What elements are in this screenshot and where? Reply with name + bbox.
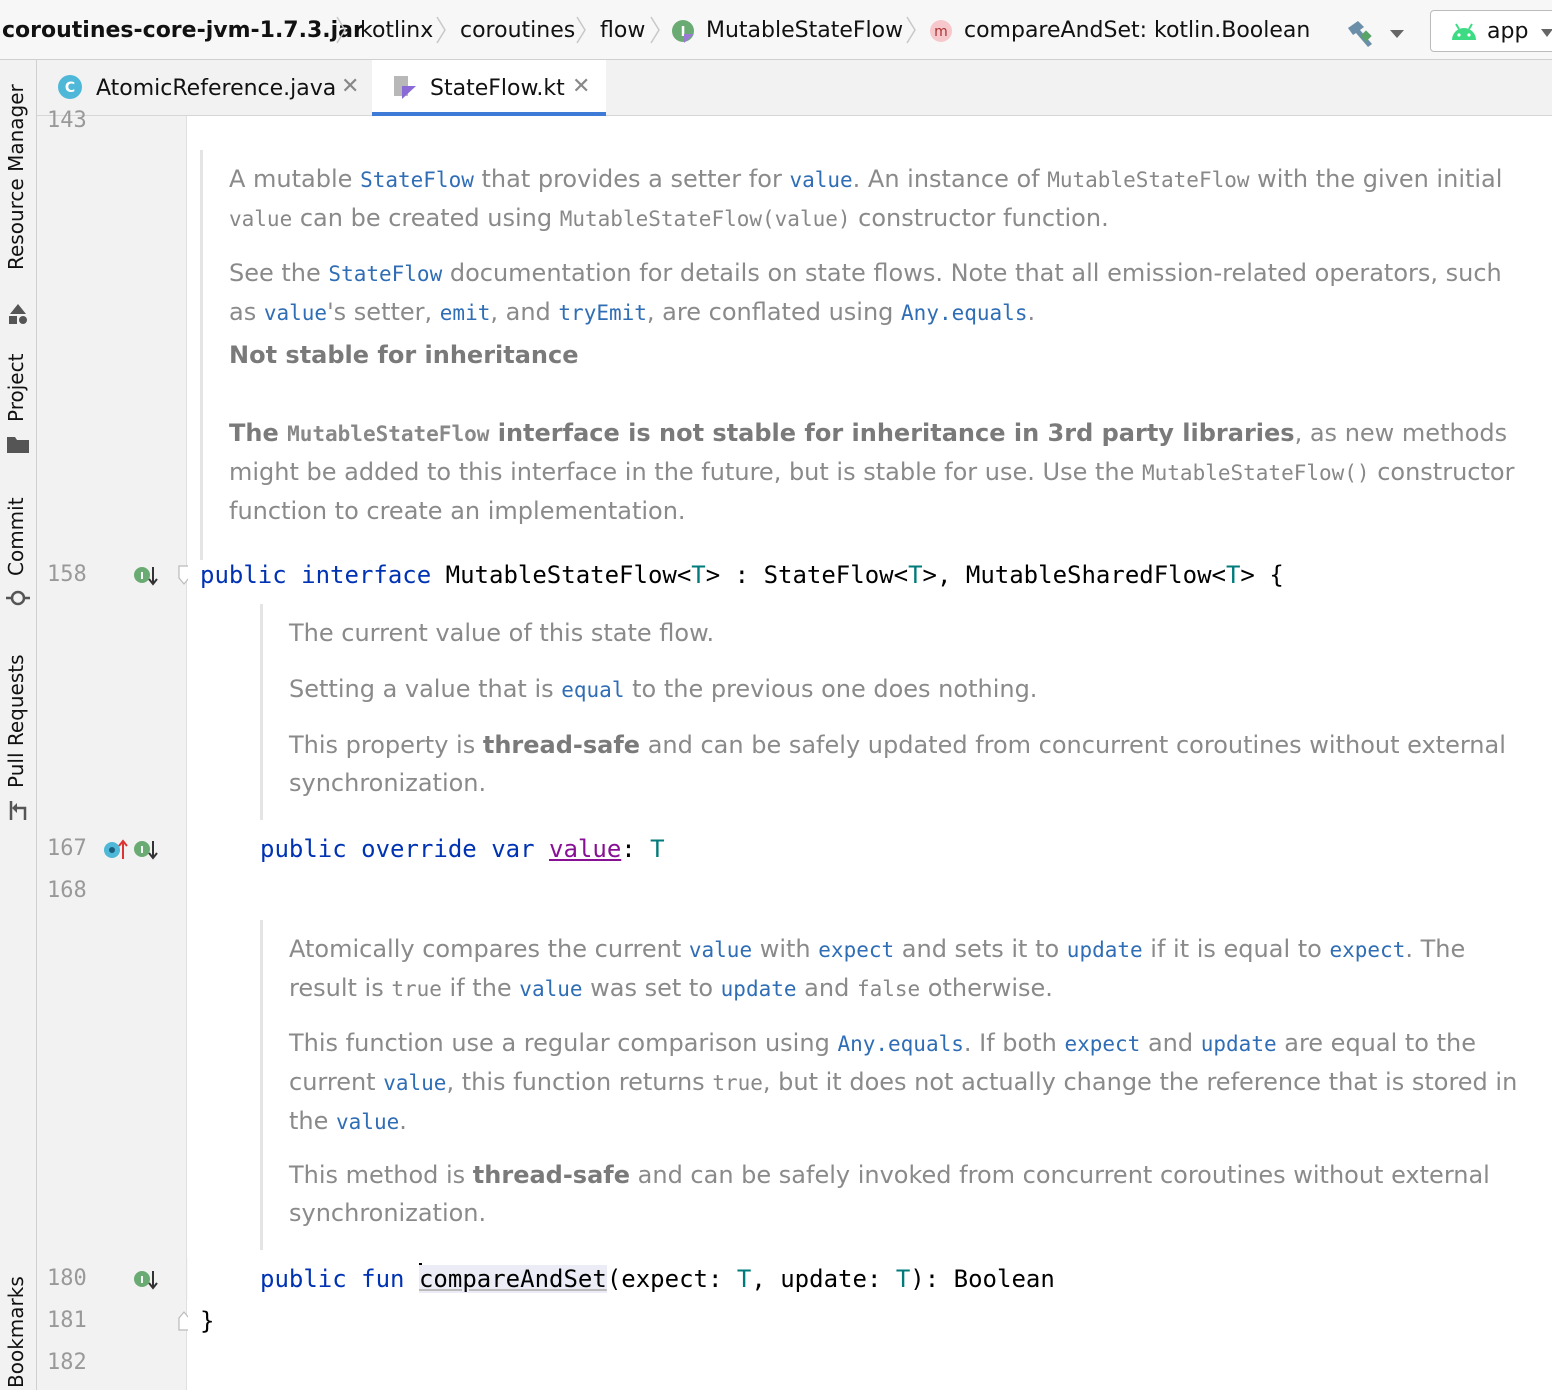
doc-link[interactable]: update: [1067, 938, 1143, 962]
line-number: 180: [47, 1266, 87, 1291]
line-number: 168: [47, 878, 87, 903]
commit-label: Commit: [4, 497, 28, 576]
doc-link[interactable]: value: [689, 938, 752, 962]
doc-link[interactable]: StateFlow: [328, 262, 442, 286]
line-number: 182: [47, 1350, 87, 1375]
doc-link[interactable]: value: [519, 977, 582, 1001]
pull-request-icon: [9, 801, 27, 820]
tab-atomic-reference-label: AtomicReference.java: [96, 76, 337, 101]
doc-paragraph: Atomically compares the current value wi…: [289, 935, 1466, 1002]
folder-icon: [7, 437, 29, 453]
interface-icon: I: [672, 20, 694, 43]
doc-paragraph: A mutable StateFlow that provides a sett…: [229, 165, 1503, 232]
breadcrumb-jar[interactable]: coroutines-core-jvm-1.7.3.jar: [2, 16, 364, 46]
chevron-down-icon: [1541, 29, 1552, 37]
resource-manager-label: Resource Manager: [4, 84, 28, 270]
doc-link[interactable]: Any.equals: [837, 1032, 963, 1056]
hammer-build-icon[interactable]: [1344, 18, 1378, 48]
run-config-label: app: [1487, 19, 1529, 44]
android-icon: [1452, 23, 1476, 40]
line-number: 167: [47, 836, 87, 861]
breadcrumb-interface[interactable]: MutableStateFlow: [706, 16, 903, 46]
doc-link[interactable]: StateFlow: [360, 168, 474, 192]
overrides-icon[interactable]: [103, 838, 129, 862]
doc-paragraph: This function use a regular comparison u…: [289, 1029, 1518, 1135]
project-tab[interactable]: Project: [4, 350, 34, 460]
chevron-right-icon: [336, 16, 346, 44]
doc-link[interactable]: update: [721, 977, 797, 1001]
implemented-by-icon[interactable]: I: [133, 838, 159, 862]
doc-link[interactable]: Any.equals: [901, 301, 1027, 325]
tab-stateflow-label: StateFlow.kt: [430, 76, 565, 101]
kotlin-file-icon: [394, 76, 416, 99]
project-label: Project: [4, 353, 28, 422]
code-line-180[interactable]: public fun compareAndSet(expect: T, upda…: [260, 1263, 1055, 1295]
chevron-right-icon: [906, 16, 916, 44]
resource-manager-icon: [9, 304, 27, 324]
bookmarks-label: Bookmarks: [4, 1276, 28, 1388]
pull-requests-tab[interactable]: Pull Requests: [4, 650, 34, 830]
chevron-down-icon[interactable]: [1388, 28, 1406, 40]
breadcrumb: coroutines-core-jvm-1.7.3.jar kotlinx co…: [0, 0, 1552, 60]
svg-text:I: I: [140, 1275, 144, 1286]
method-icon: m: [930, 20, 952, 42]
pull-requests-label: Pull Requests: [4, 654, 28, 788]
tool-window-strip: Resource Manager Project Commit Pull Req…: [0, 60, 37, 1390]
doc-link[interactable]: value: [336, 1110, 399, 1134]
doc-link[interactable]: emit: [440, 301, 491, 325]
svg-text:m: m: [934, 24, 948, 40]
doc-link[interactable]: value: [383, 1071, 446, 1095]
run-configuration-selector[interactable]: app: [1430, 10, 1552, 52]
doc-paragraph: This method is thread-safe and can be sa…: [289, 1161, 1490, 1227]
doc-link[interactable]: value: [264, 301, 327, 325]
doc-paragraph: The MutableStateFlow interface is not st…: [229, 419, 1515, 525]
tab-stateflow[interactable]: StateFlow.kt ✕: [372, 60, 606, 116]
implemented-by-icon[interactable]: I: [133, 1268, 159, 1292]
chevron-right-icon: [576, 16, 586, 44]
code-line-167[interactable]: public override var value: T: [260, 833, 665, 865]
breadcrumb-flow[interactable]: flow: [600, 16, 645, 46]
close-icon[interactable]: ✕: [572, 74, 590, 99]
line-number: 158: [47, 562, 87, 587]
doc-link[interactable]: update: [1201, 1032, 1277, 1056]
close-icon[interactable]: ✕: [341, 74, 359, 99]
doc-link[interactable]: equal: [561, 678, 624, 702]
doc-paragraph: This property is thread-safe and can be …: [289, 731, 1506, 797]
doc-paragraph: Setting a value that is equal to the pre…: [289, 675, 1038, 703]
svg-text:I: I: [140, 845, 144, 856]
bookmarks-tab[interactable]: Bookmarks: [4, 1276, 34, 1390]
svg-text:C: C: [65, 80, 75, 96]
editor-tab-bar: C AtomicReference.java ✕ StateFlow.kt ✕: [37, 60, 1552, 116]
doc-link[interactable]: tryEmit: [558, 301, 647, 325]
commit-icon: [6, 590, 30, 606]
breadcrumb-method[interactable]: compareAndSet: kotlin.Boolean: [964, 16, 1310, 46]
doc-link[interactable]: value: [789, 168, 852, 192]
java-class-icon: C: [58, 75, 82, 99]
doc-link[interactable]: expect: [1064, 1032, 1140, 1056]
doc-paragraph: See the StateFlow documentation for deta…: [229, 259, 1502, 326]
doc-paragraph: The current value of this state flow.: [289, 619, 715, 647]
doc-heading: Not stable for inheritance: [229, 341, 579, 369]
code-line-181[interactable]: }: [200, 1305, 214, 1337]
kdoc-rendered-block: A mutable StateFlow that provides a sett…: [200, 150, 1543, 560]
kdoc-rendered-block: Atomically compares the current value wi…: [260, 920, 1543, 1250]
implemented-by-icon[interactable]: I: [133, 564, 159, 588]
kdoc-rendered-block: The current value of this state flow. Se…: [260, 604, 1543, 820]
line-number: 181: [47, 1308, 87, 1333]
code-editor[interactable]: A mutable StateFlow that provides a sett…: [188, 116, 1552, 1390]
code-line-158[interactable]: public interface MutableStateFlow<T> : S…: [200, 559, 1284, 591]
editor-gutter: 143 158 I 167 I 168 180 I 181 182: [37, 108, 190, 1390]
line-number: 143: [47, 108, 87, 133]
resource-manager-tab[interactable]: Resource Manager: [4, 80, 34, 330]
svg-text:I: I: [140, 571, 144, 582]
breadcrumb-kotlinx[interactable]: kotlinx: [360, 16, 433, 46]
chevron-right-icon: [436, 16, 446, 44]
identifier-highlight[interactable]: compareAndSet: [418, 1265, 607, 1293]
doc-link[interactable]: expect: [1329, 938, 1405, 962]
chevron-right-icon: [650, 16, 660, 44]
breadcrumb-coroutines[interactable]: coroutines: [460, 16, 575, 46]
tab-atomic-reference[interactable]: C AtomicReference.java ✕: [37, 60, 370, 116]
commit-tab[interactable]: Commit: [4, 490, 34, 610]
doc-link[interactable]: expect: [818, 938, 894, 962]
